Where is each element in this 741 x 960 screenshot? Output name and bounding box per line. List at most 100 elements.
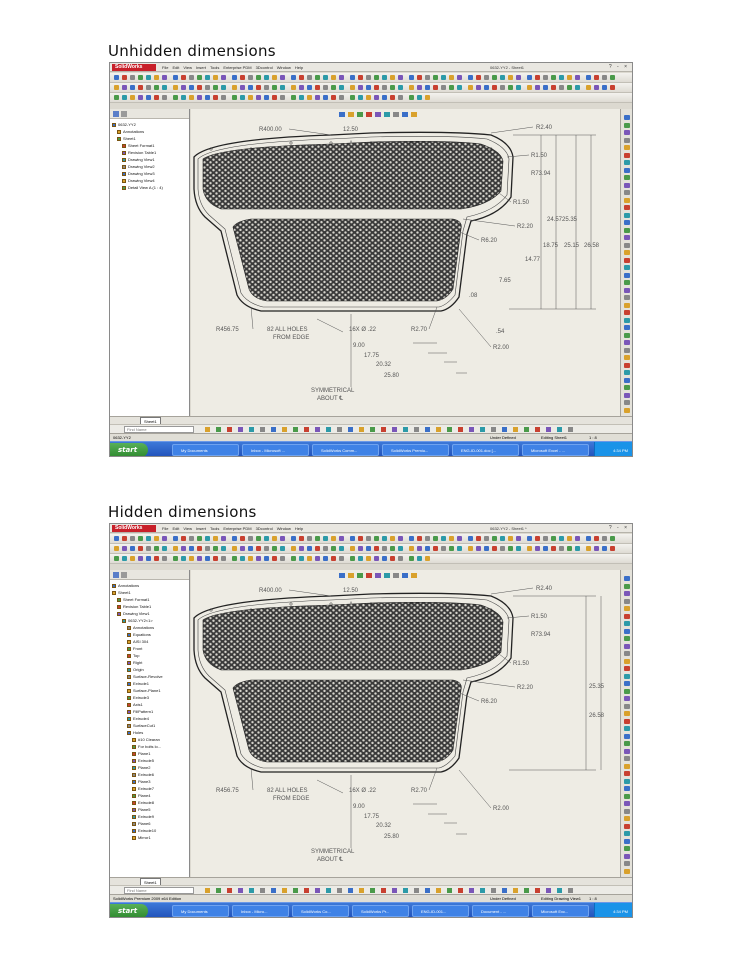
toolbar-icon[interactable] <box>594 85 599 90</box>
toolbar-icon[interactable] <box>323 536 328 541</box>
toolbar-icon[interactable] <box>339 546 344 551</box>
toolbar-icon[interactable] <box>508 75 513 80</box>
toolbar-icon[interactable] <box>240 536 245 541</box>
toolbar-icon[interactable] <box>122 546 127 551</box>
toolbar-icon[interactable] <box>138 85 143 90</box>
format-icon[interactable] <box>535 888 540 893</box>
tree-item[interactable]: Equations <box>112 631 191 638</box>
toolbar-icon[interactable] <box>374 536 379 541</box>
toolbar-icon[interactable] <box>221 546 226 551</box>
toolbar-icon[interactable] <box>162 85 167 90</box>
tree-item[interactable]: Front <box>112 645 191 652</box>
toolbar-icon[interactable] <box>213 536 218 541</box>
toolbar-icon[interactable] <box>390 95 395 100</box>
toolbar-icon[interactable] <box>457 536 462 541</box>
task-pane-icon[interactable] <box>624 175 630 180</box>
task-pane-icon[interactable] <box>624 137 630 143</box>
toolbar-icon[interactable] <box>323 546 328 551</box>
menu-item-3dcontrol[interactable]: 3Dcontrol <box>256 65 273 70</box>
format-icon[interactable] <box>238 888 243 893</box>
tree-item[interactable]: SurfaceCut1 <box>112 722 191 729</box>
task-pane-icon[interactable] <box>624 250 630 255</box>
toolbar-icon[interactable] <box>575 536 580 541</box>
toolbar-icon[interactable] <box>358 536 363 541</box>
format-icon[interactable] <box>282 427 287 432</box>
toolbar-icon[interactable] <box>240 556 245 561</box>
toolbar-icon[interactable] <box>567 536 572 541</box>
task-pane-icon[interactable] <box>624 823 630 829</box>
toolbar-icon[interactable] <box>449 546 454 551</box>
format-icon[interactable] <box>370 888 375 893</box>
task-pane-icon[interactable] <box>624 801 630 806</box>
toolbar-icon[interactable] <box>272 75 277 80</box>
toolbar-icon[interactable] <box>173 75 178 80</box>
format-icon[interactable] <box>502 427 507 432</box>
toolbar-icon[interactable] <box>248 556 253 561</box>
toolbar-icon[interactable] <box>323 85 328 90</box>
toolbar-icon[interactable] <box>248 85 253 90</box>
toolbar-icon[interactable] <box>248 95 253 100</box>
task-pane-icon[interactable] <box>624 763 630 769</box>
toolbar-icon[interactable] <box>280 75 285 80</box>
toolbar-icon[interactable] <box>339 536 344 541</box>
toolbar-icon[interactable] <box>323 556 328 561</box>
format-icon[interactable] <box>513 888 518 893</box>
menu-item-tools[interactable]: Tools <box>210 526 219 531</box>
toolbar-icon[interactable] <box>366 85 371 90</box>
toolbar-icon[interactable] <box>527 85 532 90</box>
task-pane-icon[interactable] <box>624 598 630 604</box>
task-pane-icon[interactable] <box>624 861 630 866</box>
format-icon[interactable] <box>271 888 276 893</box>
toolbar-icon[interactable] <box>146 536 151 541</box>
toolbar-icon[interactable] <box>114 85 119 90</box>
format-icon[interactable] <box>359 888 364 893</box>
toolbar-icon[interactable] <box>307 556 312 561</box>
toolbar-icon[interactable] <box>476 75 481 80</box>
toolbar-icon[interactable] <box>221 556 226 561</box>
toolbar-icon[interactable] <box>299 536 304 541</box>
toolbar-icon[interactable] <box>307 95 312 100</box>
toolbar-icon[interactable] <box>154 95 159 100</box>
toolbar-icon[interactable] <box>382 85 387 90</box>
tree-item[interactable]: Drawing View1 <box>112 156 191 163</box>
toolbar-icon[interactable] <box>122 75 127 80</box>
toolbar-icon[interactable] <box>189 85 194 90</box>
toolbar-icon[interactable] <box>173 95 178 100</box>
task-pane-icon[interactable] <box>624 831 630 836</box>
toolbar-icon[interactable] <box>350 75 355 80</box>
task-pane-icon[interactable] <box>624 793 630 799</box>
task-pane-icon[interactable] <box>624 152 630 158</box>
toolbar-icon[interactable] <box>331 546 336 551</box>
toolbar-icon[interactable] <box>291 85 296 90</box>
toolbar-icon[interactable] <box>205 546 210 551</box>
toolbar-icon[interactable] <box>162 75 167 80</box>
tree-item[interactable]: Sheet Format1 <box>112 142 191 149</box>
toolbar-icon[interactable] <box>272 556 277 561</box>
toolbar-icon[interactable] <box>315 75 320 80</box>
format-icon[interactable] <box>568 888 573 893</box>
tree-item[interactable]: Surface-Plane1 <box>112 687 191 694</box>
toolbar-icon[interactable] <box>197 536 202 541</box>
format-icon[interactable] <box>249 888 254 893</box>
toolbar-icon[interactable] <box>586 75 591 80</box>
toolbar-icon[interactable] <box>232 536 237 541</box>
toolbar-icon[interactable] <box>181 95 186 100</box>
task-pane-icon[interactable] <box>624 182 630 188</box>
format-icon[interactable] <box>304 427 309 432</box>
toolbar-icon[interactable] <box>232 546 237 551</box>
menu-item-insert[interactable]: Insert <box>196 65 206 70</box>
toolbar-icon[interactable] <box>280 85 285 90</box>
toolbar-icon[interactable] <box>468 546 473 551</box>
toolbar-icon[interactable] <box>189 95 194 100</box>
format-icon[interactable] <box>293 427 298 432</box>
toolbar-icon[interactable] <box>264 536 269 541</box>
toolbar-icon[interactable] <box>516 85 521 90</box>
toolbar-icon[interactable] <box>146 75 151 80</box>
format-icon[interactable] <box>491 888 496 893</box>
toolbar-icon[interactable] <box>551 75 556 80</box>
task-pane-icon[interactable] <box>624 145 630 150</box>
toolbar-icon[interactable] <box>516 546 521 551</box>
task-pane-icon[interactable] <box>624 658 630 664</box>
task-pane-icon[interactable] <box>624 591 630 596</box>
toolbar-icon[interactable] <box>535 85 540 90</box>
